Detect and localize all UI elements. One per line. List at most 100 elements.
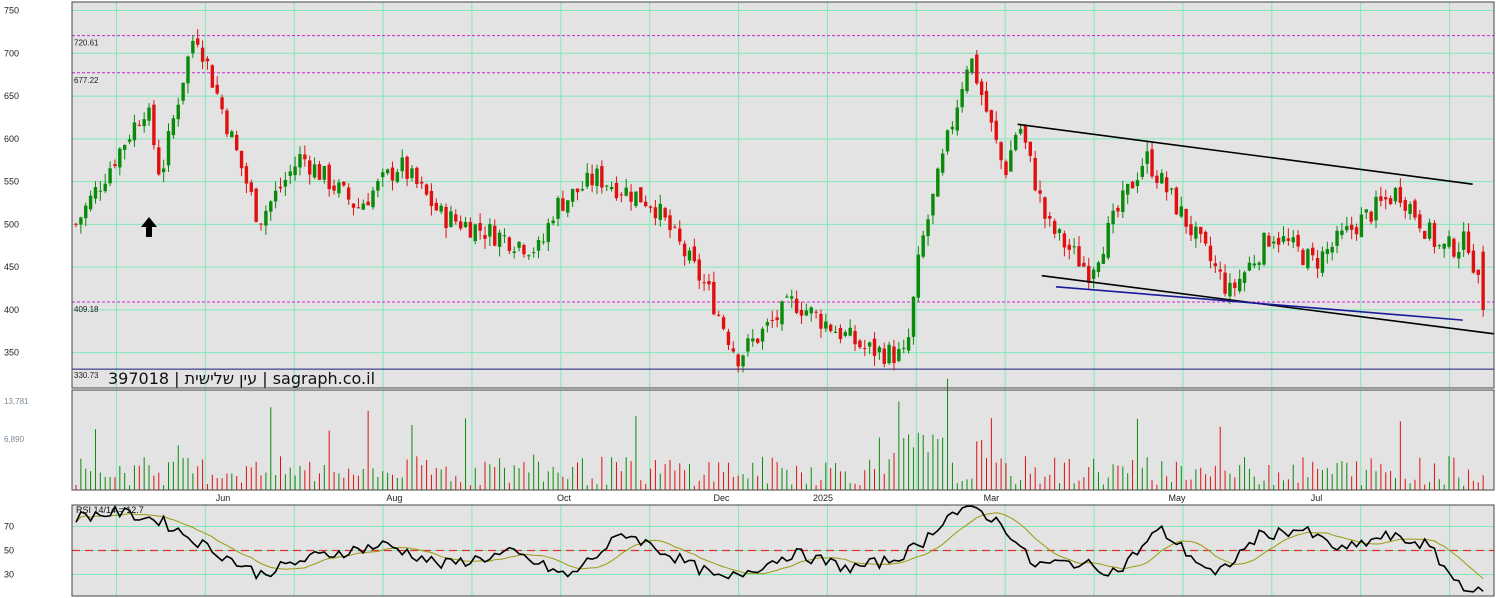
candle-body [575, 188, 580, 193]
candle-body [755, 338, 760, 343]
candle-body [1311, 247, 1315, 256]
volume-panel: 13,781 6,890 [4, 378, 1494, 490]
candle-body [1116, 207, 1120, 212]
watermark: עין שלישית | 397018 | sagraph.co.il [108, 369, 375, 388]
candle-body [648, 206, 653, 208]
candle-body [395, 172, 400, 182]
candle-body [600, 166, 604, 188]
candle-body [351, 203, 356, 208]
x-tick-label: Jul [1311, 493, 1323, 503]
candle-body [1471, 250, 1476, 273]
candle-body [785, 296, 789, 298]
candle-body [1228, 282, 1232, 297]
candle-body [415, 167, 419, 185]
candle-body [230, 131, 234, 138]
candle-body [731, 348, 736, 352]
candle-body [1018, 128, 1023, 134]
candle-body [507, 237, 512, 251]
candle-body [244, 166, 249, 184]
candle-body [1330, 246, 1334, 253]
candle-body [804, 310, 809, 316]
candle-body [1087, 265, 1091, 283]
candle-body [585, 172, 589, 187]
candle-body [191, 40, 195, 54]
candle-body [317, 164, 322, 180]
x-tick-label: Jun [216, 493, 231, 503]
candle-body [1150, 149, 1154, 177]
candle-body [1442, 243, 1446, 249]
candle-body [848, 327, 852, 336]
candle-body [716, 314, 721, 316]
candle-body [132, 122, 137, 141]
candle-body [940, 153, 945, 173]
candle-body [210, 65, 215, 88]
level-label: 720.61 [74, 39, 99, 48]
candle-body [176, 104, 180, 120]
candle-body [1286, 238, 1291, 241]
candle-body [1174, 187, 1179, 215]
candle-body [473, 224, 477, 242]
candle-body [1189, 224, 1193, 236]
candle-body [1452, 238, 1456, 257]
candle-body [931, 193, 935, 216]
candle-body [653, 207, 658, 219]
candle-body [1004, 161, 1008, 176]
candle-body [371, 190, 375, 208]
candle-body [108, 168, 112, 184]
candle-body [794, 298, 799, 313]
price-panel: 350 400 450 500 550 600 650 700 750 720.61 677.22 4… [4, 2, 1495, 388]
candle-body [1223, 272, 1227, 294]
candle-body [1233, 282, 1237, 289]
candle-body [590, 173, 594, 186]
candle-body [1252, 263, 1256, 266]
candle-body [824, 321, 828, 329]
candle-body [945, 130, 950, 152]
level-label: 409.18 [74, 305, 99, 314]
candle-body [1418, 214, 1422, 229]
candle-body [458, 221, 463, 229]
candle-body [960, 88, 964, 108]
candle-body [1315, 258, 1320, 269]
candle-body [1213, 263, 1218, 267]
candle-body [994, 120, 998, 140]
candle-body [867, 342, 872, 347]
candle-body [828, 324, 833, 332]
candle-body [1038, 190, 1042, 194]
candle-body [1121, 190, 1125, 213]
candle-body [152, 104, 156, 146]
candle-body [93, 187, 98, 199]
candle-body [751, 338, 755, 342]
candle-body [312, 164, 317, 178]
candle-body [687, 250, 692, 261]
candle-body [327, 164, 331, 190]
candle-body [566, 200, 570, 213]
candle-body [1306, 249, 1310, 269]
candle-body [897, 348, 901, 362]
candle-body [122, 145, 127, 150]
y-tick-label: 550 [4, 177, 19, 187]
candle-body [1408, 204, 1412, 214]
candle-body [663, 208, 667, 218]
candle-body [1096, 262, 1101, 273]
candle-body [692, 246, 697, 262]
rsi-title: RSI 14/14 = 12.7 [76, 505, 144, 515]
candle-body [483, 234, 487, 239]
candle-body [463, 221, 468, 228]
y-tick-label: 500 [4, 219, 19, 229]
candle-body [239, 150, 244, 169]
candle-body [1101, 253, 1106, 264]
candle-body [1082, 262, 1086, 267]
candle-body [673, 226, 677, 228]
candle-body [697, 259, 701, 281]
candle-body [269, 201, 273, 212]
candle-body [517, 241, 521, 248]
candle-body [303, 154, 307, 160]
candle-body [1203, 231, 1208, 244]
candle-body [872, 338, 877, 356]
candle-body [639, 187, 643, 203]
candle-body [624, 187, 628, 196]
candle-body [342, 181, 346, 186]
candle-body [200, 47, 205, 62]
candle-body [609, 186, 614, 190]
rsi-tick-label: 70 [4, 522, 14, 532]
